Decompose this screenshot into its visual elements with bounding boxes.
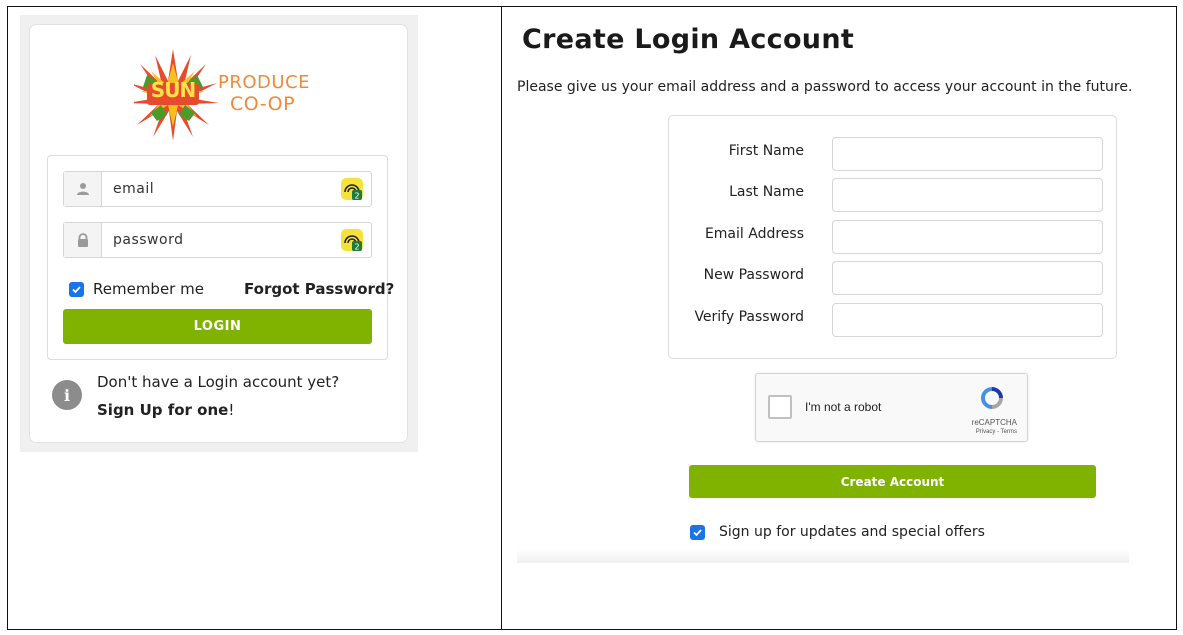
recaptcha-label: I'm not a robot [805,400,882,414]
first-name-input[interactable] [832,137,1103,171]
lock-icon [64,223,102,257]
form-footer-shade [517,549,1129,563]
remember-me-checkbox[interactable] [69,281,84,297]
password-manager-icon[interactable]: 2 [341,178,363,201]
password-input-group[interactable]: password 2 [63,222,372,258]
first-name-label: First Name [728,143,804,159]
new-password-label: New Password [703,267,804,283]
recaptcha-widget: I'm not a robot reCAPTCHA Privacy - Term… [755,373,1028,442]
verify-password-input[interactable] [832,303,1103,337]
remember-me-label: Remember me [93,280,204,298]
login-button[interactable]: LOGIN [63,309,372,344]
info-icon: i [52,380,82,410]
signup-line: Sign Up for one! [97,401,234,419]
signup-suffix: ! [228,401,235,419]
password-input[interactable]: password [102,223,341,257]
page-subtitle: Please give us your email address and a … [517,79,1133,95]
last-name-input[interactable] [832,178,1103,212]
email-address-label: Email Address [704,226,804,242]
panel-divider [501,6,502,630]
password-manager-icon[interactable]: 2 [341,229,363,252]
no-account-text: Don't have a Login account yet? [97,373,340,391]
check-icon [72,285,81,293]
updates-checkbox[interactable] [690,524,705,540]
email-input-group[interactable]: email 2 [63,171,372,207]
recaptcha-checkbox[interactable] [768,395,792,419]
user-icon [64,172,102,206]
page-title: Create Login Account [522,24,855,55]
signup-link[interactable]: Sign Up for one [97,401,228,419]
updates-option[interactable]: Sign up for updates and special offers [690,524,985,540]
last-name-label: Last Name [729,184,804,200]
logo-coop-text: CO-OP [230,93,296,115]
recaptcha-logo-icon [981,387,1003,409]
check-icon [693,528,702,536]
recaptcha-links[interactable]: Privacy - Terms [976,429,1017,435]
svg-text:2: 2 [354,243,359,252]
sun-produce-coop-logo: SUN PRODUCE CO-OP [134,45,314,140]
logo-sun-text: SUN [150,78,196,102]
recaptcha-brand: reCAPTCHA [971,418,1017,427]
remember-me-option[interactable]: Remember me [69,280,204,298]
logo-produce-text: PRODUCE [218,72,311,93]
forgot-password-link[interactable]: Forgot Password? [244,280,394,298]
updates-label: Sign up for updates and special offers [719,524,985,540]
new-password-input[interactable] [832,261,1103,295]
create-account-button[interactable]: Create Account [689,465,1096,498]
svg-text:2: 2 [354,192,359,201]
verify-password-label: Verify Password [694,309,804,325]
email-input[interactable]: email [102,172,341,206]
email-address-input[interactable] [832,220,1103,254]
